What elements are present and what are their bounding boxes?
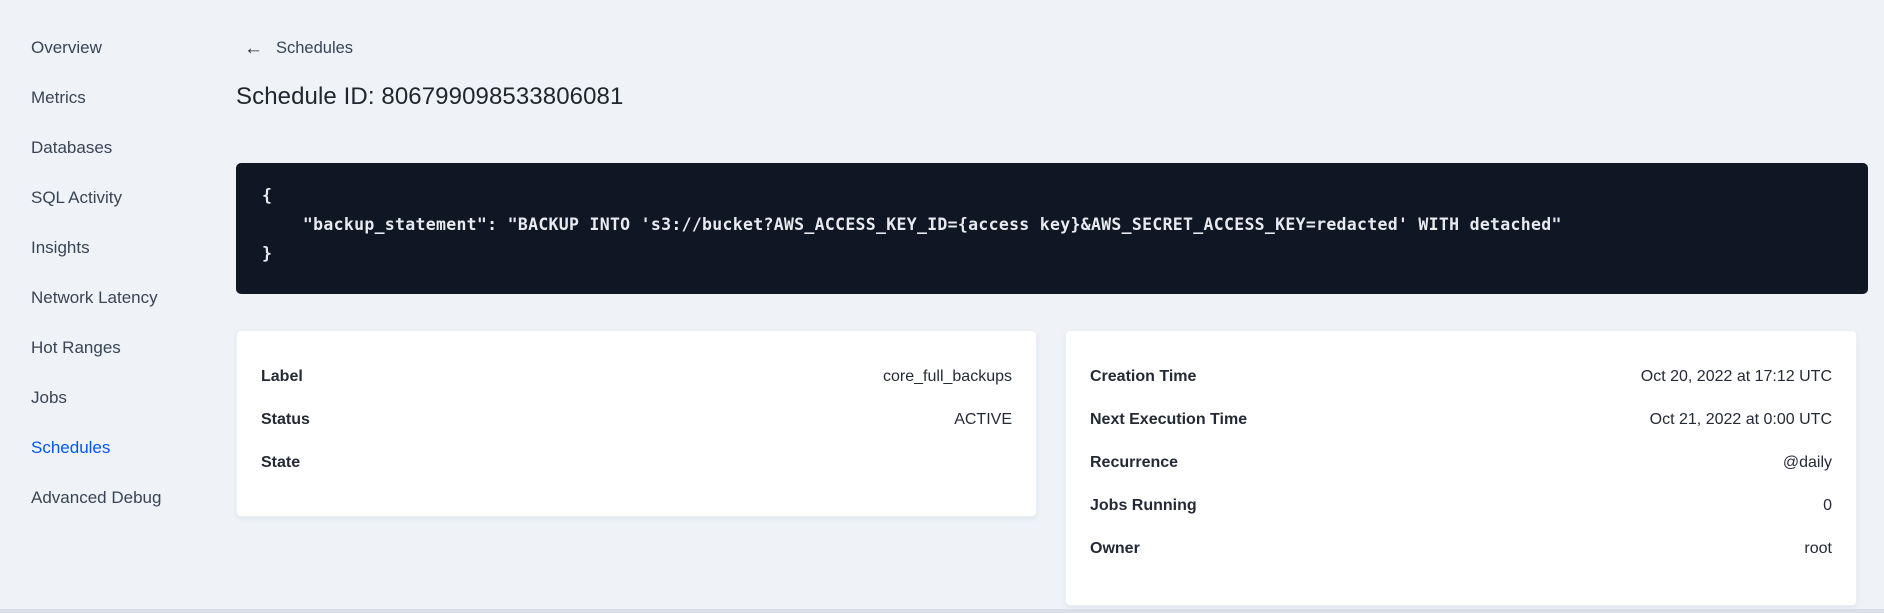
backup-statement-code-block: { "backup_statement": "BACKUP INTO 's3:/… — [236, 163, 1868, 294]
detail-row-value: core_full_backups — [883, 367, 1012, 385]
sidebar-item-label: Insights — [31, 238, 90, 257]
detail-row-label: Label — [261, 367, 303, 385]
detail-row-value: Oct 20, 2022 at 17:12 UTC — [1640, 367, 1832, 385]
detail-row-value: @daily — [1782, 453, 1832, 471]
detail-row: Status ACTIVE — [261, 398, 1012, 441]
sidebar-item[interactable]: Metrics — [0, 73, 236, 123]
detail-row: State — [261, 441, 1012, 484]
backup-statement-json: { "backup_statement": "BACKUP INTO 's3:/… — [262, 186, 1562, 263]
sidebar-item[interactable]: Databases — [0, 123, 236, 173]
detail-row: Label core_full_backups — [261, 355, 1012, 398]
sidebar-item[interactable]: Hot Ranges — [0, 323, 236, 373]
sidebar-nav: Overview Metrics Databases SQL Activity … — [0, 0, 236, 613]
detail-row-label: Recurrence — [1090, 453, 1179, 471]
detail-row-label: Next Execution Time — [1090, 410, 1248, 428]
detail-row-label: Creation Time — [1090, 367, 1197, 385]
sidebar-item[interactable]: Overview — [0, 23, 236, 73]
detail-row-value: ACTIVE — [954, 410, 1012, 428]
bottom-edge-strip — [0, 609, 1884, 613]
detail-row-value: Oct 21, 2022 at 0:00 UTC — [1649, 410, 1832, 428]
detail-row: Creation Time Oct 20, 2022 at 17:12 UTC — [1090, 355, 1832, 398]
schedule-details-card: Label core_full_backups Status ACTIVE St… — [236, 330, 1037, 517]
sidebar-item-label: Jobs — [31, 388, 67, 407]
sidebar-item-label: Network Latency — [31, 288, 158, 307]
page-title: Schedule ID: 806799098533806081 — [236, 83, 624, 110]
detail-row: Jobs Running 0 — [1090, 484, 1832, 527]
sidebar-item-label: SQL Activity — [31, 188, 123, 207]
detail-row-value: root — [1804, 539, 1832, 557]
detail-row-label: Jobs Running — [1090, 496, 1197, 514]
detail-row-label: State — [261, 453, 301, 471]
schedule-timing-card: Creation Time Oct 20, 2022 at 17:12 UTC … — [1065, 330, 1857, 606]
back-link-label: Schedules — [276, 39, 354, 57]
detail-row-label: Owner — [1090, 539, 1140, 557]
detail-row: Owner root — [1090, 527, 1832, 570]
sidebar-item[interactable]: SQL Activity — [0, 173, 236, 223]
sidebar-item-label: Hot Ranges — [31, 338, 121, 357]
detail-row-label: Status — [261, 410, 310, 428]
detail-row-value: 0 — [1823, 496, 1832, 514]
detail-row: Next Execution Time Oct 21, 2022 at 0:00… — [1090, 398, 1832, 441]
back-arrow-icon: ← — [244, 38, 263, 59]
sidebar-item-label: Schedules — [31, 438, 111, 457]
sidebar-item-label: Databases — [31, 138, 113, 157]
schedule-detail-page: Overview Metrics Databases SQL Activity … — [0, 0, 1884, 613]
sidebar-item-label: Overview — [31, 38, 102, 57]
sidebar-item-label: Advanced Debug — [31, 488, 162, 507]
sidebar-item-label: Metrics — [31, 88, 86, 107]
detail-row: Recurrence @daily — [1090, 441, 1832, 484]
sidebar-item[interactable]: Advanced Debug — [0, 473, 236, 523]
sidebar-item[interactable]: Insights — [0, 223, 236, 273]
sidebar-item[interactable]: Network Latency — [0, 273, 236, 323]
sidebar-item[interactable]: Jobs — [0, 373, 236, 423]
sidebar-item[interactable]: Schedules — [0, 423, 236, 473]
back-to-schedules-link[interactable]: ← Schedules — [244, 39, 353, 58]
